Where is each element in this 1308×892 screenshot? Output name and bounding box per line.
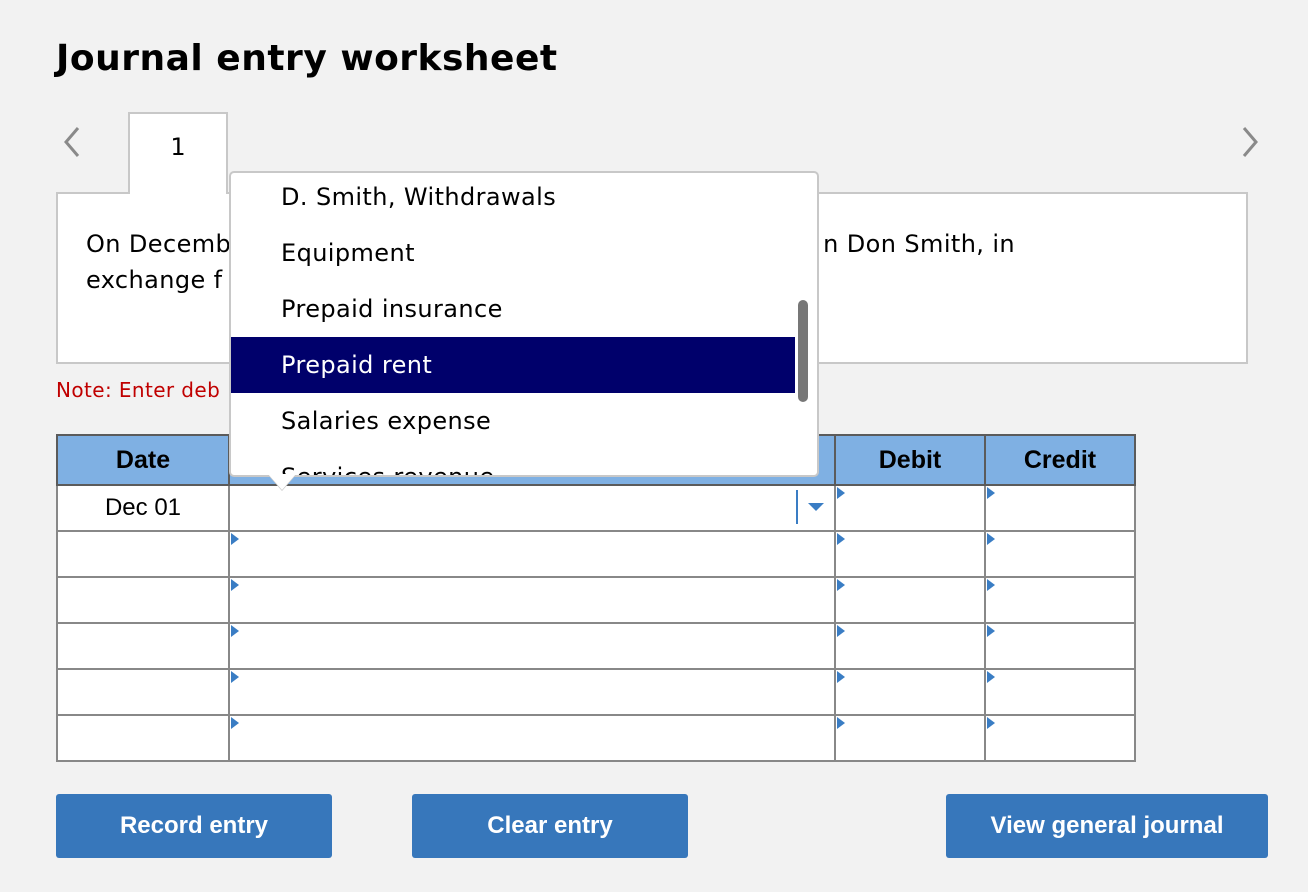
view-general-journal-button[interactable]: View general journal xyxy=(946,794,1268,858)
debit-input[interactable] xyxy=(834,714,986,762)
date-cell xyxy=(56,576,230,624)
account-select-toggle[interactable] xyxy=(796,490,834,524)
date-cell xyxy=(56,714,230,762)
account-options-list: D. Smith, Withdrawals Equipment Prepaid … xyxy=(231,173,817,475)
debit-input[interactable] xyxy=(834,530,986,578)
account-option[interactable]: Prepaid insurance xyxy=(231,281,817,337)
dropdown-scrollbar[interactable] xyxy=(796,298,810,404)
credit-input[interactable] xyxy=(984,714,1136,762)
debit-input[interactable] xyxy=(834,576,986,624)
chevron-left-icon xyxy=(64,127,80,157)
table-row xyxy=(56,714,1136,762)
credit-input[interactable] xyxy=(984,576,1136,624)
next-tab-button[interactable] xyxy=(1230,120,1270,164)
debit-input[interactable] xyxy=(834,484,986,532)
debit-column-header: Debit xyxy=(834,434,986,486)
credit-input[interactable] xyxy=(984,484,1136,532)
account-option[interactable]: Services revenue xyxy=(231,449,817,475)
credit-input[interactable] xyxy=(984,530,1136,578)
caret-down-icon xyxy=(808,503,824,511)
account-dropdown[interactable]: D. Smith, Withdrawals Equipment Prepaid … xyxy=(229,171,819,477)
credit-input[interactable] xyxy=(984,622,1136,670)
account-input[interactable] xyxy=(228,622,836,670)
previous-tab-button[interactable] xyxy=(52,120,92,164)
debit-input[interactable] xyxy=(834,622,986,670)
dropdown-pointer xyxy=(268,474,296,490)
clear-entry-button[interactable]: Clear entry xyxy=(412,794,688,858)
description-text-left: On Decemb xyxy=(86,230,232,258)
account-option[interactable]: Salaries expense xyxy=(231,393,817,449)
debit-input[interactable] xyxy=(834,668,986,716)
date-column-header: Date xyxy=(56,434,230,486)
account-select[interactable] xyxy=(228,484,836,532)
account-option-selected[interactable]: Prepaid rent xyxy=(231,337,795,393)
description-text-right: n Don Smith, in xyxy=(823,230,1016,258)
account-input[interactable] xyxy=(228,668,836,716)
chevron-right-icon xyxy=(1242,127,1258,157)
table-row xyxy=(56,576,1136,624)
date-cell xyxy=(56,622,230,670)
entry-note: Note: Enter deb xyxy=(56,378,221,402)
table-row xyxy=(56,668,1136,716)
record-entry-button[interactable]: Record entry xyxy=(56,794,332,858)
journal-entry-table: Date Debit Credit Dec 01 xyxy=(56,434,1136,762)
table-row xyxy=(56,622,1136,670)
date-cell xyxy=(56,668,230,716)
date-cell: Dec 01 xyxy=(56,484,230,532)
account-option[interactable]: Equipment xyxy=(231,225,817,281)
credit-column-header: Credit xyxy=(984,434,1136,486)
date-cell xyxy=(56,530,230,578)
table-row: Dec 01 xyxy=(56,484,1136,532)
account-option[interactable]: D. Smith, Withdrawals xyxy=(231,173,817,225)
credit-input[interactable] xyxy=(984,668,1136,716)
page-title: Journal entry worksheet xyxy=(56,38,558,79)
tab-1[interactable]: 1 xyxy=(128,112,228,194)
description-text-left-2: exchange f xyxy=(86,266,223,294)
table-row xyxy=(56,530,1136,578)
account-input[interactable] xyxy=(228,530,836,578)
account-input[interactable] xyxy=(228,714,836,762)
account-input[interactable] xyxy=(228,576,836,624)
